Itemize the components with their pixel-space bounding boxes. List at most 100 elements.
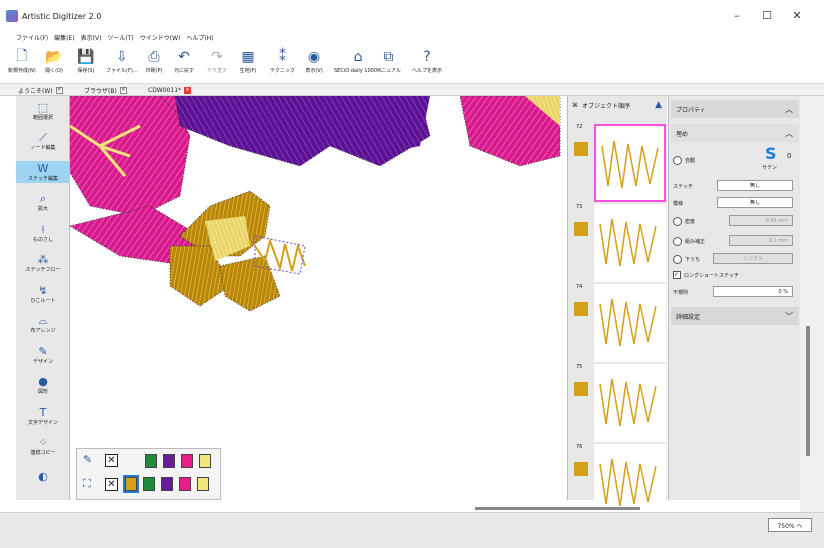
no-color-icon[interactable]: ✕ [105,454,118,467]
toolbar-button[interactable]: ? ヘルプを表示 [412,47,442,81]
irregular-field[interactable]: 0 % [713,286,793,297]
chevron-up-icon[interactable]: ︿ [785,128,793,139]
color-swatch[interactable] [161,477,173,491]
auto-option[interactable]: 自動 [673,154,797,166]
tool-button[interactable]: W ステッチ編集 [16,161,70,183]
object-number: 73 [576,204,583,210]
tool-button[interactable]: T 文字デザイン [16,405,70,427]
tab-close-icon[interactable]: × [55,86,63,94]
tab-design[interactable]: CDW0011* × [148,85,192,95]
toolbar-button[interactable]: ▦ 生地(F) [238,47,258,81]
toolbar-label: 印刷(P) [145,68,163,74]
tool-button[interactable]: ● 図形 [16,375,70,397]
toolbar-button[interactable]: ⧉ マニュアル [376,47,401,81]
menu-item[interactable]: ファイル(F) [16,33,48,42]
toolbar-button[interactable]: ⁑ テクニック [270,47,295,81]
object-number: 72 [576,124,583,130]
toolbar-button[interactable]: ↷ やり直す [207,47,227,81]
detail-settings-header[interactable]: 詳細設定 ﹀ [671,307,799,325]
color-swatch[interactable] [197,477,209,491]
color-swatch[interactable] [145,454,157,468]
toolbar-label: 元に戻す [174,68,195,74]
toolbar-label: ヘルプを表示 [412,68,443,74]
tool-button[interactable]: ⟊ ものさし [16,222,70,244]
tool-button[interactable]: ⌓ 布アレンジ [16,314,70,336]
density-radio[interactable] [673,216,682,226]
check-icon[interactable]: ✓ [673,271,681,279]
menu-item[interactable]: ツール(T) [107,33,133,42]
vertical-scrollbar[interactable] [800,96,824,512]
title-bar: Artistic Digitizer 2.0 – ☐ ✕ [0,0,824,32]
toolbar-button[interactable]: ⎙ 印刷(P) [144,47,164,81]
underlay-select[interactable]: シングル [713,253,793,264]
pen-icon[interactable]: ✎ [83,453,92,466]
object-color [574,382,588,396]
color-swatch[interactable] [181,454,193,468]
zoom-level-select[interactable]: 750% ヘ [768,518,812,532]
chevron-down-icon[interactable]: ﹀ [785,311,793,322]
fill-section-header[interactable]: 埋め ︿ [671,124,799,142]
object-item[interactable]: 75 [570,364,666,444]
color-swatch[interactable] [143,477,155,491]
overlap-radio[interactable] [673,236,682,246]
object-color [574,462,588,476]
tool-button[interactable]: ⁘ 連続コピー [16,436,70,458]
tool-button[interactable]: ⁂ ステッチフロー [16,253,70,275]
tool-button[interactable]: ◐ [16,466,70,488]
triangle-up-icon[interactable]: ▲ [655,100,662,110]
send-to-machine-icon: ⌂ [353,49,363,65]
tab-close-icon[interactable]: × [184,86,192,94]
satin-icon[interactable]: S [765,144,777,163]
bucket-icon[interactable]: ⛶ [83,477,91,491]
tool-button[interactable]: ⟋ ノード編集 [16,131,70,153]
tool-button[interactable]: ↯ ひこルート [16,283,70,305]
toolbar-button[interactable]: ◉ 表示(V) [304,47,324,81]
object-item[interactable]: 72 [570,124,666,204]
density-field[interactable]: 0.45 mm [729,215,793,226]
toolbar-button[interactable]: ↶ 元に戻す [174,47,194,81]
tab-close-icon[interactable]: × [119,86,127,94]
toolbar-button[interactable]: 🗋 新規作成(N) [8,47,36,81]
long-stitch-option[interactable]: ✓ ロングショートステッチ [673,269,797,281]
tab-welcome[interactable]: ようこそ(W) × [18,85,63,95]
minimize-button[interactable]: – [722,8,752,24]
toolbar-button[interactable]: ⌂ SECiO daily 1000へ [334,47,382,81]
scroll-thumb[interactable] [806,326,810,456]
fill-select[interactable]: 無し [717,197,793,208]
satin-value: 0 [787,152,792,160]
manual-icon: ⧉ [383,49,394,65]
object-item[interactable]: 74 [570,284,666,364]
maximize-button[interactable]: ☐ [752,8,782,24]
stitch-edit-icon: W [37,161,49,175]
no-color-icon[interactable]: ✕ [105,478,118,491]
auto-radio[interactable] [673,155,682,165]
tool-button[interactable]: ✎ デザイン [16,344,70,366]
tool-label: デザイン [32,358,53,365]
tab-browser[interactable]: ブラウザ(B) × [84,85,127,95]
menu-item[interactable]: ウインドウ(W) [140,33,181,42]
close-button[interactable]: ✕ [782,8,812,24]
auto-label: 自動 [685,157,696,164]
tool-label: ステッチ編集 [27,175,58,182]
underlay-radio[interactable] [673,254,682,264]
menu-item[interactable]: ヘルプ(H) [186,33,213,42]
menu-item[interactable]: 表示(V) [81,33,102,42]
color-swatch[interactable] [199,454,211,468]
chevron-up-icon[interactable]: ︿ [785,104,793,115]
stitch-select[interactable]: 無し [717,180,793,191]
color-swatch[interactable] [163,454,175,468]
color-swatch[interactable] [179,477,191,491]
tool-button[interactable]: ⌕ 拡大 [16,192,70,214]
overlap-field[interactable]: 0.1 mm [729,235,793,246]
ruler-icon: ⟊ [41,222,45,236]
toolbar-button[interactable]: 📂 開く(O) [44,47,64,81]
horizontal-scroll-thumb[interactable] [475,507,640,510]
tool-button[interactable]: ⬚ 範囲選択 [16,100,70,122]
menu-item[interactable]: 編集(E) [54,33,74,42]
color-swatch[interactable] [123,475,139,493]
object-item[interactable]: 73 [570,204,666,284]
toolbar-button[interactable]: 💾 保存(S) [76,47,96,81]
tool-label: ステッチフロー [25,267,61,273]
toolbar-button[interactable]: ⇩ ファイル(F)... [106,47,138,81]
properties-header[interactable]: プロパティ ︿ [671,100,799,118]
